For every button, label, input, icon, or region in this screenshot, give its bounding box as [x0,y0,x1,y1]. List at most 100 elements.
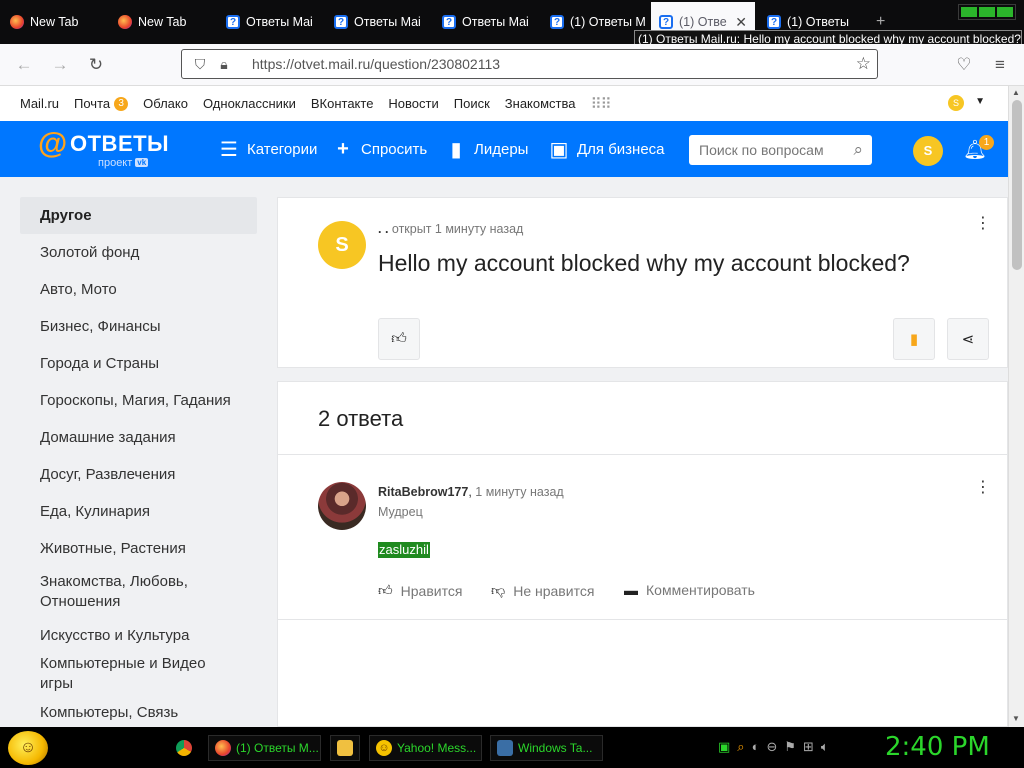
dislike-answer-button[interactable]: 👎︎ Не нравится [491,582,594,599]
magnifier-icon[interactable]: ⌕ [737,739,744,755]
browser-tab[interactable]: New Tab [110,2,216,42]
more-vertical-icon[interactable]: ⋮ [975,480,991,496]
vk-badge: vk [135,158,149,167]
tab-title: Ответы Mai [246,15,313,29]
tab-title: New Tab [30,15,79,29]
sidebar-item-znakomstva[interactable]: Знакомства, Любовь, Отношения [20,567,257,617]
sidebar-item-biznes[interactable]: Бизнес, Финансы [20,308,257,345]
os-taskbar: ☺ (1) Ответы M... ☺ Yahoo! Mess... Window… [0,727,1024,768]
nav-categories[interactable]: ☰ Категории [219,135,317,163]
user-avatar[interactable]: S [913,136,943,166]
page-scrollbar[interactable]: ▲ ▼ [1008,86,1024,727]
browser-tab[interactable]: New Tab [2,2,108,42]
green-square-icon[interactable]: ▣ [718,739,730,755]
back-arrow-icon[interactable]: ← [13,54,35,76]
comment-answer-button[interactable]: ▬ Комментировать [624,582,755,598]
url-input[interactable] [252,56,832,72]
close-tab-icon[interactable]: ✕ [735,14,747,31]
nav-leaders[interactable]: ▮ Лидеры [446,135,528,163]
flag-icon[interactable]: ⚑ [784,739,796,755]
bookmark-button[interactable]: ▮ [893,318,935,360]
question-meta: . . открыт 1 минуту назад [378,222,523,236]
sidebar-item-drugoe[interactable]: Другое [20,197,257,234]
dislike-label: Не нравится [513,582,595,599]
address-bar[interactable]: ⛉ 🔒︎ ☆ [181,49,878,79]
network-icon[interactable]: ⊞ [803,739,814,755]
circle-icon[interactable]: ◐ [752,739,760,755]
answer-meta: RitaBebrow177, 1 минуту назад [378,485,564,499]
answerer-avatar[interactable] [318,482,366,530]
chrome-icon [176,740,192,756]
taskbar-firefox[interactable]: (1) Ответы M... [208,735,321,761]
search-input[interactable] [699,142,839,158]
answer-text: zasluzhil [378,542,430,558]
browser-tab[interactable]: ? (1) Ответы M [542,2,648,42]
browser-tab[interactable]: ? Ответы Mai [218,2,324,42]
portal-link-oblako[interactable]: Облако [143,96,188,111]
asker-name[interactable]: . . [378,222,388,236]
portal-link-znakomstva[interactable]: Знакомства [505,96,576,111]
hamburger-menu-icon[interactable]: ≡ [989,54,1011,76]
share-button[interactable]: ⋖ [947,318,989,360]
nav-business[interactable]: ▣ Для бизнеса [549,135,665,163]
browser-navbar: ← → ↻ ⛉ 🔒︎ ☆ ♡ ≡ [0,44,1024,86]
like-question-button[interactable]: 👍︎ [378,318,420,360]
tab-title: Ответы Mai [462,15,529,29]
nav-ask[interactable]: + Спросить [333,135,427,163]
taskbar-chrome[interactable] [170,735,203,761]
question-time: открыт 1 минуту назад [391,222,524,236]
answerer-name[interactable]: RitaBebrow177 [378,485,468,499]
start-button[interactable]: ☺ [8,731,48,765]
sidebar-item-zolotoy-fond[interactable]: Золотой фонд [20,234,257,271]
sidebar-item-igry[interactable]: Компьютерные и Видео игры [20,654,257,694]
tab-title: (1) Ответы [787,15,849,29]
bookmark-star-icon[interactable]: ☆ [856,54,871,74]
scroll-up-arrow-icon[interactable]: ▲ [1012,88,1020,97]
answer-time: 1 минуту назад [475,485,564,499]
taskbar-yahoo-messenger[interactable]: ☺ Yahoo! Mess... [369,735,482,761]
sidebar-item-avto-moto[interactable]: Авто, Мото [20,271,257,308]
like-label: Нравится [400,582,463,599]
forward-arrow-icon[interactable]: → [49,54,71,76]
thumbs-up-icon: 👍︎ [391,330,407,347]
scrollbar-thumb[interactable] [1012,100,1022,270]
sidebar-item-domashnie[interactable]: Домашние задания [20,419,257,456]
portal-link-vkontakte[interactable]: ВКонтакте [311,96,374,111]
sidebar-item-goroskopy[interactable]: Гороскопы, Магия, Гадания [20,382,257,419]
sidebar-item-zhivotnye[interactable]: Животные, Растения [20,530,257,567]
portal-link-novosti[interactable]: Новости [388,96,438,111]
pocket-icon[interactable]: ♡ [953,54,975,76]
portal-link-poisk[interactable]: Поиск [454,96,490,111]
apps-grid-icon[interactable]: ⠿⠿ [591,95,612,113]
speaker-icon[interactable]: 🔈︎ [821,739,829,755]
portal-link-odnoklassniki[interactable]: Одноклассники [203,96,296,111]
sidebar-item-dosug[interactable]: Досуг, Развлечения [20,456,257,493]
scroll-down-arrow-icon[interactable]: ▼ [1012,714,1020,723]
portal-link-pochta[interactable]: Почта 3 [74,96,129,111]
taskbar-clock[interactable]: 2:40 PM [885,732,990,762]
portal-link-mailru[interactable]: Mail.ru [20,96,59,111]
reload-icon[interactable]: ↻ [85,54,107,76]
browser-tab[interactable]: ? Ответы Mai [434,2,540,42]
user-avatar-small[interactable]: S [948,95,964,111]
search-box[interactable]: ⌕ [689,135,872,165]
taskbar-task-manager[interactable]: Windows Ta... [490,735,603,761]
lock-icon[interactable]: 🔒︎ [216,56,232,72]
sidebar-item-eda[interactable]: Еда, Кулинария [20,493,257,530]
asker-avatar[interactable]: S [318,221,366,269]
sidebar-item-goroda[interactable]: Города и Страны [20,345,257,382]
chevron-down-icon[interactable]: ▼ [975,96,985,107]
sidebar-item-iskusstvo[interactable]: Искусство и Культура [20,617,257,654]
otvety-icon: ? [442,15,456,29]
shield-icon[interactable]: ⛉ [192,56,208,72]
taskbar-explorer[interactable] [330,735,360,761]
search-icon[interactable]: ⌕ [853,140,863,160]
sidebar-item-kompyutery[interactable]: Компьютеры, Связь [20,694,257,727]
minus-circle-icon[interactable]: ⊖ [766,739,777,755]
browser-tab[interactable]: ? Ответы Mai [326,2,432,42]
task-manager-icon [497,740,513,756]
more-vertical-icon[interactable]: ⋮ [975,216,991,232]
divider [278,454,1007,455]
firefox-icon [118,15,132,29]
like-answer-button[interactable]: 👍︎ Нравится [378,582,462,599]
